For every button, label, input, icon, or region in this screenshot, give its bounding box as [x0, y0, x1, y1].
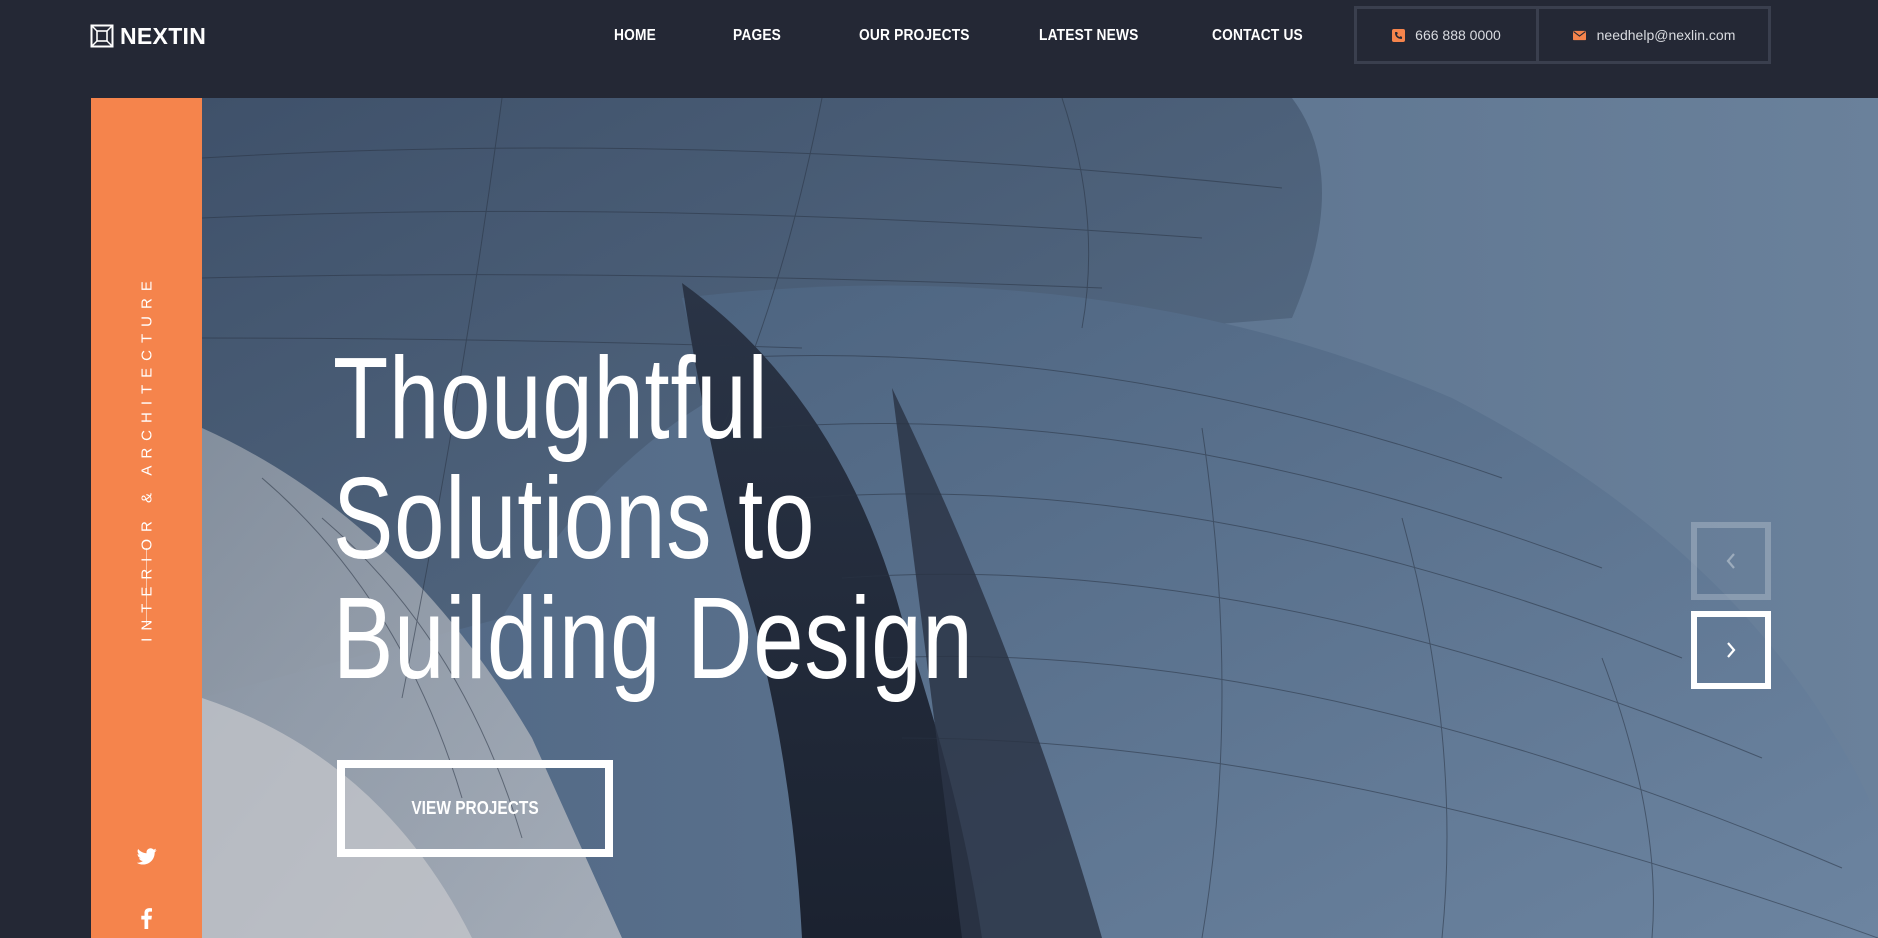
phone-icon	[1392, 28, 1406, 42]
headline-line-3: Building Design	[333, 573, 974, 703]
nav-item-contact-us[interactable]: CONTACT US	[1212, 22, 1303, 50]
side-tagline: INTERIOR & ARCHITECTURE	[138, 274, 156, 642]
twitter-link[interactable]	[91, 848, 202, 865]
chevron-left-icon	[1726, 553, 1735, 569]
site-header: NEXTIN HOME PAGES OUR PROJECTS LATEST NE…	[0, 0, 1878, 98]
view-projects-button[interactable]: VIEW PROJECTS	[337, 760, 613, 857]
email-address: needhelp@nexlin.com	[1596, 27, 1736, 43]
twitter-icon	[136, 848, 157, 865]
envelope-icon	[1572, 30, 1586, 40]
nav-item-pages[interactable]: PAGES	[733, 22, 781, 50]
divider-line	[146, 548, 147, 626]
nav-item-our-projects[interactable]: OUR PROJECTS	[859, 22, 970, 50]
side-panel: INTERIOR & ARCHITECTURE	[91, 98, 202, 938]
view-projects-label: VIEW PROJECTS	[411, 798, 539, 818]
hero-slider: Thoughtful Solutions to Building Design …	[202, 98, 1878, 938]
hero-headline: Thoughtful Solutions to Building Design	[333, 338, 973, 698]
phone-number: 666 888 0000	[1415, 27, 1501, 43]
headline-line-1: Thoughtful	[333, 333, 769, 463]
logo[interactable]: NEXTIN	[90, 22, 206, 50]
email-link[interactable]: needhelp@nexlin.com	[1539, 9, 1768, 61]
headline-line-2: Solutions to	[333, 453, 816, 583]
nav-item-home[interactable]: HOME	[614, 22, 656, 50]
chevron-right-icon	[1727, 642, 1736, 658]
nav-item-latest-news[interactable]: LATEST NEWS	[1039, 22, 1138, 50]
slider-prev-button[interactable]	[1691, 522, 1771, 600]
slider-next-button[interactable]	[1691, 611, 1771, 689]
phone-link[interactable]: 666 888 0000	[1357, 9, 1539, 61]
building-frame-icon	[90, 24, 114, 48]
facebook-icon	[141, 908, 152, 929]
header-contact: 666 888 0000 needhelp@nexlin.com	[1354, 6, 1771, 64]
brand-name: NEXTIN	[120, 22, 207, 49]
facebook-link[interactable]	[91, 908, 202, 929]
